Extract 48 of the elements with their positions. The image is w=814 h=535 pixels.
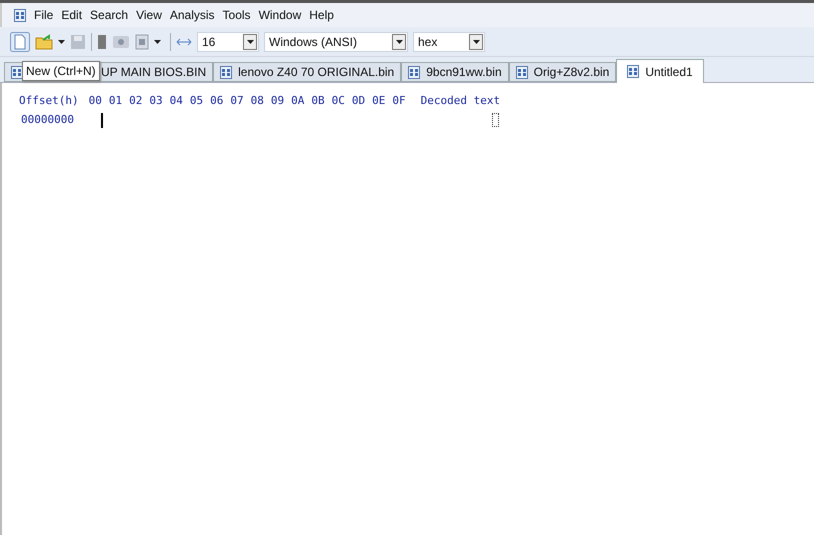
menu-item[interactable]: File	[34, 6, 54, 24]
caret-icon	[472, 40, 480, 44]
file-tab[interactable]: Orig+Z8v2.bin	[508, 62, 616, 82]
column-header: 0C	[332, 92, 345, 109]
column-header: 0B	[311, 92, 325, 109]
column-header: 0A	[291, 92, 304, 109]
menu-item[interactable]: Help	[309, 6, 334, 24]
menu-item[interactable]: Edit	[61, 6, 82, 24]
text-cursor	[101, 112, 103, 128]
menu-item[interactable]: Tools	[222, 6, 251, 24]
memory-icon[interactable]	[135, 34, 149, 50]
caret-icon	[58, 40, 65, 44]
caret-icon	[246, 40, 254, 44]
save-icon[interactable]	[70, 34, 86, 50]
column-header: 07	[230, 92, 244, 109]
column-header: 0D	[352, 92, 366, 109]
column-header: 0F	[392, 92, 406, 109]
chip-icon[interactable]	[97, 34, 107, 48]
dropdown[interactable]: Windows (ANSI)	[264, 32, 408, 52]
column-header: Decoded text	[420, 92, 500, 109]
file-tab[interactable]: 9bcn91ww.bin	[401, 62, 509, 82]
menu-item[interactable]: View	[136, 6, 162, 24]
column-header: 00	[88, 92, 102, 109]
column-header: 08	[250, 92, 264, 109]
menu-item[interactable]: Search	[90, 6, 128, 24]
file-tab[interactable]: lenovo Z40 70 ORIGINAL.bin	[213, 62, 402, 82]
caret-icon	[396, 40, 402, 44]
column-header: 03	[149, 92, 163, 109]
column-header: 04	[170, 92, 183, 109]
column-header: 01	[108, 92, 122, 109]
open-folder-icon[interactable]	[35, 34, 53, 50]
menu-item[interactable]: Window	[258, 6, 302, 24]
column-header: 05	[190, 92, 204, 109]
caret-icon	[154, 40, 161, 44]
width-arrows-icon	[176, 36, 192, 46]
menu-item[interactable]: Analysis	[170, 6, 215, 24]
column-header: 02	[129, 92, 142, 109]
tooltip: New (Ctrl+N)	[22, 61, 100, 81]
dropdown[interactable]: hex	[413, 32, 485, 52]
column-header: 06	[210, 92, 224, 109]
column-header: 0E	[372, 92, 386, 109]
offset-cell-text: 00000000	[21, 112, 75, 128]
file-tab[interactable]: Untitled1	[616, 59, 704, 83]
column-header: 09	[270, 92, 284, 109]
dropdown[interactable]: 16	[197, 32, 259, 52]
new-file-icon[interactable]	[10, 32, 30, 52]
text-cursor	[492, 113, 499, 127]
column-header: Offset(h)	[19, 92, 79, 109]
